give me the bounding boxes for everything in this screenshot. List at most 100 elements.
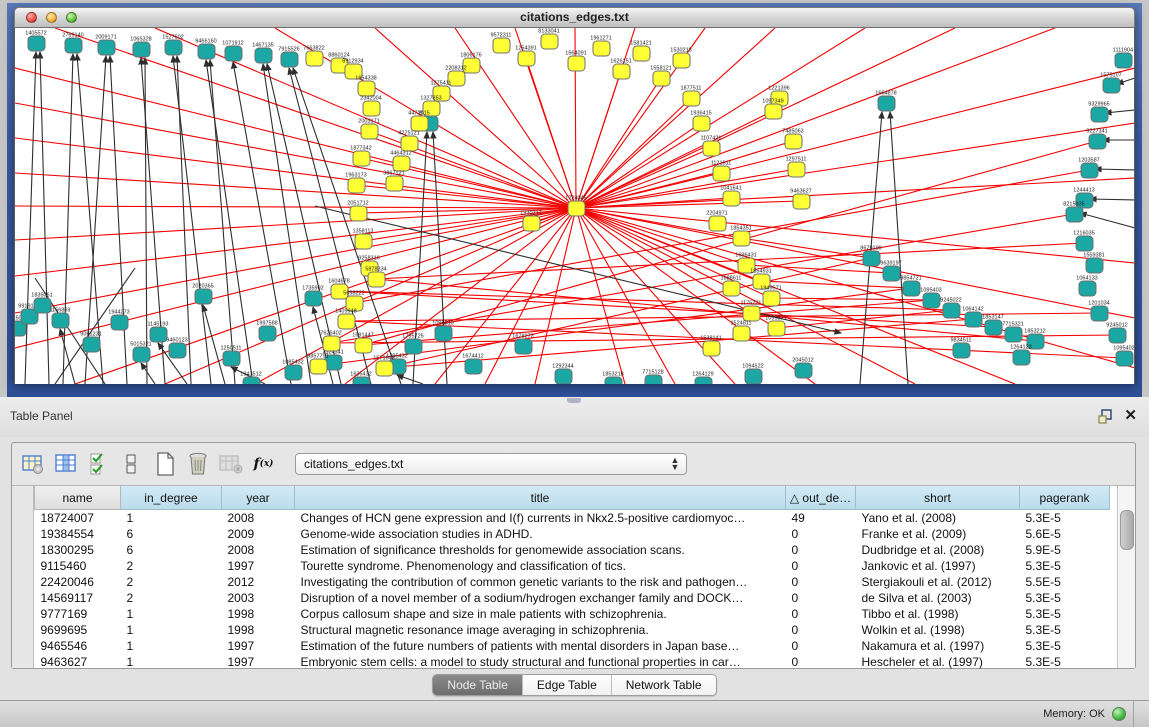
new-column-icon[interactable] xyxy=(151,451,178,478)
graph-node[interactable]: 1405572 xyxy=(25,31,46,52)
graph-node[interactable]: 1853218 xyxy=(602,372,623,385)
graph-node[interactable]: 1107421 xyxy=(700,136,721,157)
table-row[interactable]: 2242004622012Investigating the contribut… xyxy=(35,574,1110,590)
table-cell[interactable]: Changes of HCN gene expression and I(f) … xyxy=(295,510,786,527)
table-settings-icon[interactable] xyxy=(19,451,46,478)
table-row[interactable]: 969969511998Structural magnetic resonanc… xyxy=(35,622,1110,638)
graph-node[interactable]: 1121611 xyxy=(711,161,732,182)
network-view[interactable]: 1405572276914020091711065328152760294661… xyxy=(14,28,1135,384)
column-header-out_degree[interactable]: △ out_de… xyxy=(786,486,856,510)
table-cell[interactable]: 1998 xyxy=(222,622,295,638)
table-cell[interactable]: 9463627 xyxy=(35,654,121,670)
graph-node[interactable]: 7715321 xyxy=(1002,322,1023,343)
table-row[interactable]: 911546021997Tourette syndrome. Phenomeno… xyxy=(35,558,1110,574)
table-cell[interactable]: Estimation of the future numbers of pati… xyxy=(295,638,786,654)
graph-edge[interactable] xyxy=(576,98,691,208)
graph-edge[interactable] xyxy=(15,138,576,208)
table-cell[interactable]: 2008 xyxy=(222,510,295,527)
table-cell[interactable]: Jankovic et al. (1997) xyxy=(856,558,1020,574)
vertical-scrollbar[interactable] xyxy=(1117,486,1135,668)
graph-node[interactable]: 9572311 xyxy=(490,33,511,54)
graph-node[interactable]: 9466160 xyxy=(195,39,216,60)
graph-node[interactable]: 2045012 xyxy=(792,358,813,379)
graph-node[interactable]: 1254391 xyxy=(515,46,536,67)
row-selection-icon[interactable] xyxy=(85,451,112,478)
graph-node[interactable]: 9834511 xyxy=(950,338,971,359)
table-cell[interactable]: Disruption of a novel member of a sodium… xyxy=(295,590,786,606)
table-cell[interactable]: 9115460 xyxy=(35,558,121,574)
graph-node[interactable]: 1930217 xyxy=(520,211,541,232)
graph-node[interactable]: 1250511 xyxy=(220,346,241,367)
table-row[interactable]: 1872400712008Changes of HCN gene express… xyxy=(35,510,1110,527)
graph-edge[interactable] xyxy=(1090,199,1134,200)
graph-node[interactable]: 1664091 xyxy=(565,51,586,72)
graph-node[interactable]: 2204971 xyxy=(706,211,727,232)
graph-node[interactable]: 1201034 xyxy=(1088,301,1109,322)
column-header-name[interactable]: name xyxy=(35,486,121,510)
table-cell[interactable]: 2 xyxy=(121,558,222,574)
table-cell[interactable]: 0 xyxy=(786,638,856,654)
table-cell[interactable]: Estimation of significance thresholds fo… xyxy=(295,542,786,558)
column-header-short[interactable]: short xyxy=(856,486,1020,510)
graph-node[interactable]: 1674412 xyxy=(462,354,483,375)
graph-node[interactable]: 1963173 xyxy=(345,173,366,194)
table-cell[interactable]: 0 xyxy=(786,574,856,590)
zoom-window-icon[interactable] xyxy=(66,12,77,23)
table-cell[interactable]: 0 xyxy=(786,526,856,542)
panel-mode-icon[interactable] xyxy=(118,451,145,478)
graph-edge[interactable] xyxy=(1095,169,1134,170)
graph-node[interactable]: 1085432 xyxy=(282,360,303,381)
table-row[interactable]: 1456911722003Disruption of a novel membe… xyxy=(35,590,1110,606)
table-cell[interactable]: Tibbo et al. (1998) xyxy=(856,606,1020,622)
table-cell[interactable]: 22420046 xyxy=(35,574,121,590)
graph-node[interactable]: 9639197 xyxy=(880,261,901,282)
graph-node[interactable]: 2051712 xyxy=(347,201,368,222)
attribute-table[interactable]: namein_degreeyeartitle△ out_de…shortpage… xyxy=(34,486,1110,670)
graph-node[interactable]: 4464312 xyxy=(390,151,411,172)
graph-node[interactable]: 1358113 xyxy=(352,229,373,250)
graph-node[interactable]: 1936415 xyxy=(690,111,711,132)
table-cell[interactable]: 18724007 xyxy=(35,510,121,527)
graph-edge[interactable] xyxy=(15,206,576,208)
table-selector[interactable]: citations_edges.txt ▲▼ xyxy=(295,453,687,475)
graph-node[interactable]: 1064142 xyxy=(962,307,983,328)
graph-node[interactable]: 9091231 xyxy=(80,332,101,353)
table-cell[interactable]: 1998 xyxy=(222,606,295,622)
table-cell[interactable]: 14569117 xyxy=(35,590,121,606)
graph-edge[interactable] xyxy=(1080,213,1134,228)
graph-node[interactable]: 1041641 xyxy=(720,186,741,207)
table-cell[interactable]: Yano et al. (2008) xyxy=(856,510,1020,527)
graph-edge[interactable] xyxy=(339,291,951,310)
graph-node[interactable]: 7915526 xyxy=(278,47,299,68)
graph-edge[interactable] xyxy=(40,52,49,384)
table-cell[interactable]: 18300295 xyxy=(35,542,121,558)
graph-edge[interactable] xyxy=(576,123,1134,208)
table-cell[interactable]: 2008 xyxy=(222,542,295,558)
graph-edge[interactable] xyxy=(741,238,871,258)
graph-edge[interactable] xyxy=(110,56,127,384)
table-cell[interactable]: 0 xyxy=(786,542,856,558)
table-cell[interactable]: 5.3E-5 xyxy=(1020,638,1110,654)
graph-node[interactable]: 7715128 xyxy=(642,370,663,385)
network-graph[interactable]: 1405572276914020091711065328152760294661… xyxy=(15,28,1134,384)
table-cell[interactable]: 1 xyxy=(121,638,222,654)
minimize-window-icon[interactable] xyxy=(46,12,57,23)
graph-node[interactable]: 1691447 xyxy=(352,333,373,354)
table-cell[interactable]: 1 xyxy=(121,606,222,622)
tab-edge-table[interactable]: Edge Table xyxy=(522,675,611,695)
graph-edge[interactable] xyxy=(25,52,36,384)
table-cell[interactable]: 5.3E-5 xyxy=(1020,654,1110,670)
table-row[interactable]: 977716911998Corpus callosum shape and si… xyxy=(35,606,1110,622)
table-cell[interactable]: 2009 xyxy=(222,526,295,542)
table-cell[interactable]: 1 xyxy=(121,622,222,638)
graph-node[interactable]: 1664878 xyxy=(875,91,896,112)
table-row[interactable]: 1938455462009Genome-wide association stu… xyxy=(35,526,1110,542)
graph-edge[interactable] xyxy=(576,208,675,384)
table-cell[interactable]: 1997 xyxy=(222,638,295,654)
graph-node[interactable]: 1575107 xyxy=(1100,73,1121,94)
graph-node[interactable]: 1571648 xyxy=(373,356,394,377)
graph-edge[interactable] xyxy=(293,68,401,384)
graph-edge[interactable] xyxy=(141,363,155,384)
graph-node[interactable]: 1524811 xyxy=(730,321,751,342)
table-cell[interactable]: 5.5E-5 xyxy=(1020,574,1110,590)
